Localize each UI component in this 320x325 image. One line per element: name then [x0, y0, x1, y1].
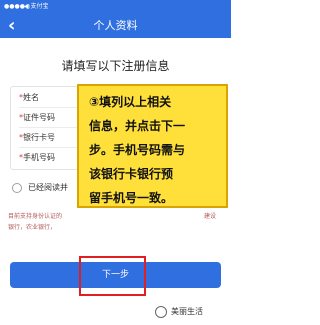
agreement-text: 已经阅读并: [28, 183, 68, 192]
watermark: 美丽生活: [155, 304, 231, 320]
watermark-text: 美丽生活: [171, 307, 203, 316]
callout-line: 该银行卡银行预: [89, 167, 174, 181]
back-to-app-link[interactable]: ◀ 支付宝: [24, 0, 49, 14]
instruction-callout: ③填列以上相关 信息，并点击下一 步。手机号码需与 该银行卡银行预 留手机号一致…: [77, 84, 228, 208]
phone-field-label: 手机号码: [23, 153, 55, 162]
notice-line-2: 银行，农业银行，: [8, 224, 57, 231]
highlight-box: [79, 256, 146, 296]
notice-line-1-end: 建设: [204, 213, 217, 220]
callout-line: ③填列以上相关: [89, 95, 172, 109]
name-field-label: 姓名: [23, 93, 39, 102]
wechat-icon: [155, 306, 167, 318]
status-bar: ●●●●○ ◀ 支付宝: [0, 0, 231, 14]
supported-banks-notice: 目前支持身份认证的 建设 银行，农业银行，: [8, 211, 224, 241]
bank-card-field-label: 银行卡号: [23, 133, 55, 142]
id-number-field-label: 证件号码: [23, 113, 55, 122]
page-title: 个人资料: [93, 19, 138, 32]
callout-line: 步。手机号码需与: [89, 143, 186, 157]
callout-line: 留手机号一致。: [89, 191, 174, 205]
agreement-checkbox[interactable]: [12, 183, 22, 193]
form-title: 请填写以下注册信息: [61, 59, 170, 73]
nav-bar: ‹ 个人资料: [0, 14, 231, 38]
callout-line: 信息，并点击下一: [89, 119, 186, 133]
